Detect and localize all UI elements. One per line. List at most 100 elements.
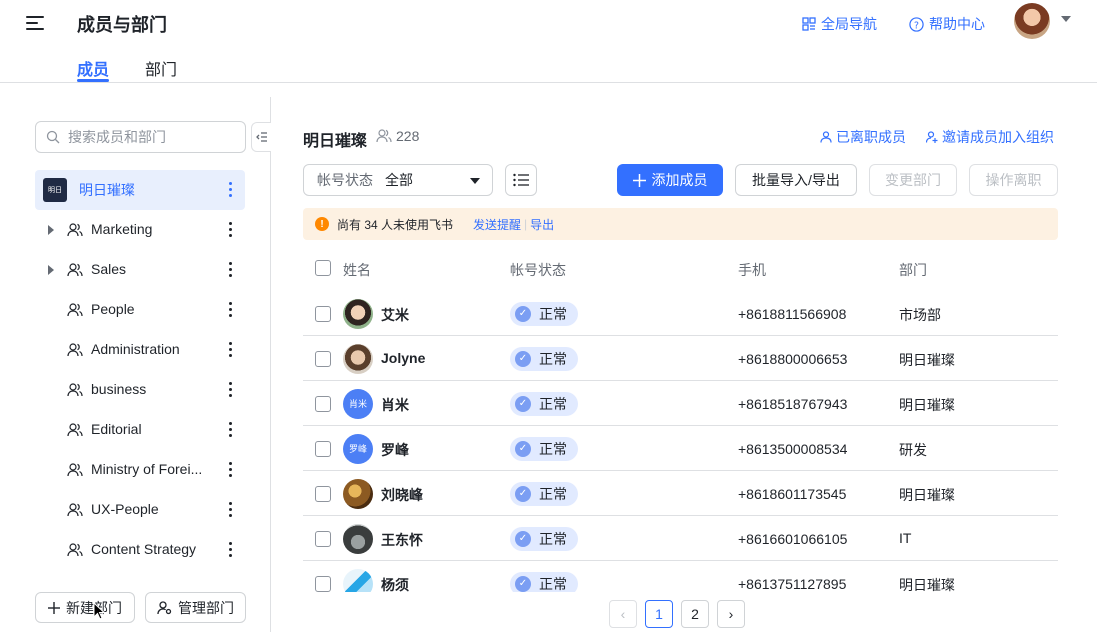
department-icon <box>67 223 83 237</box>
column-header-phone: 手机 <box>738 262 766 278</box>
invite-members-link[interactable]: 邀请成员加入组织 <box>926 127 1054 147</box>
member-name[interactable]: Jolyne <box>381 350 425 366</box>
department-name: 市场部 <box>899 306 941 323</box>
new-department-button[interactable]: 新建部门 <box>35 592 135 623</box>
member-name[interactable]: 刘晓峰 <box>381 485 423 505</box>
more-icon[interactable] <box>228 382 232 398</box>
more-icon[interactable] <box>228 302 232 318</box>
account-status-select[interactable]: 帐号状态 全部 <box>303 164 493 196</box>
manage-department-label: 管理部门 <box>178 599 234 616</box>
export-link[interactable]: 导出 <box>530 216 554 233</box>
search-box[interactable] <box>35 121 246 153</box>
top-bar: 成员与部门 全局导航 ? 帮助中心 成员 部门 <box>0 0 1097 83</box>
departed-members-link[interactable]: 已离职成员 <box>820 127 906 147</box>
page-button[interactable]: 2 <box>681 600 709 628</box>
expand-arrow-icon[interactable] <box>48 225 54 235</box>
next-page-button[interactable]: › <box>717 600 745 628</box>
sidebar-item-department[interactable]: UX-People <box>35 490 245 530</box>
department-icon <box>67 343 83 357</box>
row-checkbox[interactable] <box>315 485 331 502</box>
list-view-button[interactable] <box>505 164 537 196</box>
tab-members[interactable]: 成员 <box>77 56 109 80</box>
caret-down-icon <box>470 178 480 184</box>
row-checkbox[interactable] <box>315 575 331 592</box>
check-icon: ✓ <box>515 395 531 412</box>
global-nav-label: 全局导航 <box>821 16 877 32</box>
row-checkbox[interactable] <box>315 350 331 367</box>
sidebar-item-department[interactable]: Content Strategy <box>35 530 245 570</box>
expand-arrow-icon[interactable] <box>48 265 54 275</box>
search-input[interactable] <box>68 129 228 145</box>
svg-text:?: ? <box>914 20 919 31</box>
send-reminder-link[interactable]: 发送提醒 <box>473 216 521 233</box>
sidebar-item-department[interactable]: Editorial <box>35 410 245 450</box>
add-member-label: 添加成员 <box>651 172 708 188</box>
row-divider <box>303 560 1058 561</box>
sidebar-divider <box>270 97 271 632</box>
more-icon[interactable] <box>228 542 232 558</box>
tab-departments[interactable]: 部门 <box>145 56 177 80</box>
status-label: 正常 <box>539 305 567 322</box>
add-member-button[interactable]: 添加成员 <box>617 164 723 196</box>
chevron-down-icon[interactable] <box>1061 16 1071 22</box>
account-status-label: 帐号状态 <box>317 172 373 188</box>
list-icon <box>513 173 529 187</box>
grid-icon <box>802 17 816 31</box>
avatar <box>343 343 373 374</box>
add-user-icon <box>926 131 938 143</box>
status-label: 正常 <box>539 395 567 412</box>
invite-members-label: 邀请成员加入组织 <box>942 129 1054 145</box>
member-name[interactable]: 王东怀 <box>381 530 423 550</box>
more-icon[interactable] <box>228 262 232 278</box>
row-checkbox[interactable] <box>315 440 331 457</box>
more-icon[interactable] <box>228 342 232 358</box>
avatar <box>343 478 373 509</box>
help-center-link[interactable]: ? 帮助中心 <box>909 14 985 34</box>
row-checkbox[interactable] <box>315 305 331 322</box>
more-icon[interactable] <box>228 462 232 478</box>
global-nav-link[interactable]: 全局导航 <box>802 14 877 34</box>
department-name: IT <box>899 529 912 546</box>
member-name[interactable]: 肖米 <box>381 395 409 415</box>
menu-icon[interactable] <box>24 13 46 33</box>
select-all-checkbox[interactable] <box>315 260 331 276</box>
page-title: 成员与部门 <box>77 15 167 35</box>
import-export-button[interactable]: 批量导入/导出 <box>735 164 857 196</box>
status-badge: ✓ 正常 <box>510 301 578 326</box>
department-label: UX-People <box>91 501 159 517</box>
sidebar-item-department[interactable]: People <box>35 290 245 330</box>
sidebar-item-department[interactable]: business <box>35 370 245 410</box>
sidebar-item-department[interactable]: Marketing <box>35 210 245 250</box>
change-department-button[interactable]: 变更部门 <box>869 164 957 196</box>
column-header-department: 部门 <box>899 262 927 278</box>
department-icon <box>67 423 83 437</box>
status-badge: ✓ 正常 <box>510 481 578 506</box>
offboard-button[interactable]: 操作离职 <box>969 164 1058 196</box>
department-name: 研发 <box>899 441 927 458</box>
status-badge: ✓ 正常 <box>510 391 578 416</box>
sidebar-item-department[interactable]: Ministry of Forei... <box>35 450 245 490</box>
check-icon: ✓ <box>515 350 531 367</box>
sidebar-item-department[interactable]: Administration <box>35 330 245 370</box>
status-label: 正常 <box>539 530 567 547</box>
department-icon <box>67 543 83 557</box>
more-icon[interactable] <box>228 222 232 238</box>
collapse-sidebar-button[interactable] <box>251 122 271 152</box>
user-avatar[interactable] <box>1014 3 1050 39</box>
member-name[interactable]: 艾米 <box>381 305 409 325</box>
phone-number: +8618800006653 <box>738 350 848 367</box>
help-center-label: 帮助中心 <box>929 16 985 32</box>
row-checkbox[interactable] <box>315 530 331 547</box>
member-name[interactable]: 罗峰 <box>381 440 409 460</box>
manage-department-button[interactable]: 管理部门 <box>145 592 246 623</box>
member-count: 228 <box>376 128 419 144</box>
page-button[interactable]: 1 <box>645 600 673 628</box>
row-checkbox[interactable] <box>315 395 331 412</box>
sidebar-item-org[interactable]: 明日 明日璀璨 <box>35 170 245 210</box>
more-icon[interactable] <box>228 502 232 518</box>
more-icon[interactable] <box>228 182 232 198</box>
row-divider <box>303 380 1058 381</box>
sidebar-item-department[interactable]: Sales <box>35 250 245 290</box>
prev-page-button[interactable]: ‹ <box>609 600 637 628</box>
more-icon[interactable] <box>228 422 232 438</box>
